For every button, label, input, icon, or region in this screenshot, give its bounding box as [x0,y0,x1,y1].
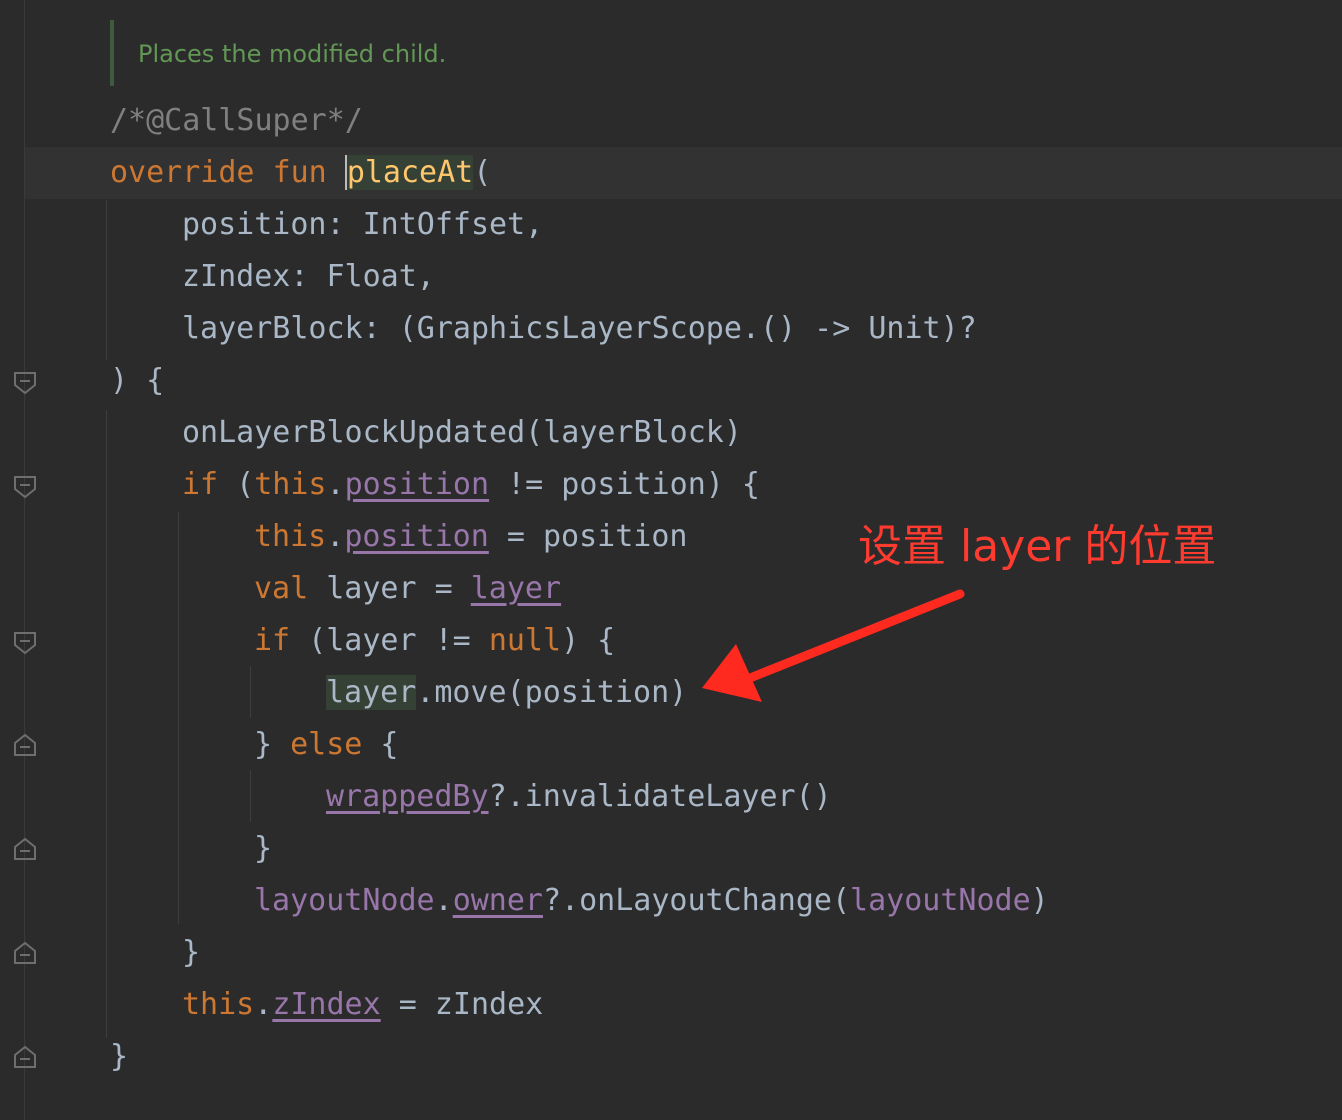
code-line-19: } [110,1039,129,1074]
indent-guide [250,666,251,718]
annotation-arrow-icon [702,589,965,702]
indent-guide [106,410,107,1038]
code-line-5: layerBlock: (GraphicsLayerScope.() -> Un… [182,311,977,346]
code-line-13: } else { [254,727,399,762]
code-line-8: if (this.position != position) { [182,467,760,502]
indent-guide [250,770,251,822]
code-line-10: val layer = layer [254,571,562,606]
doc-comment-bar [110,20,114,86]
code-line-15: } [254,831,273,866]
code-line-9: this.position = position [254,519,688,554]
indent-guide [106,200,107,360]
code-line-14: wrappedBy?.invalidateLayer() [326,779,832,814]
indent-guide [178,512,179,924]
code-line-4: zIndex: Float, [182,259,435,294]
code-line-11: if (layer != null) { [254,623,616,658]
code-line-18: this.zIndex = zIndex [182,987,544,1022]
code-line-1: /*@CallSuper*/ [110,103,363,138]
code-line-17: } [182,935,201,970]
code-line-16: layoutNode.owner?.onLayoutChange(layoutN… [254,883,1049,918]
code-line-7: onLayerBlockUpdated(layerBlock) [182,415,742,450]
function-name: placeAt [344,155,474,190]
doc-comment: Places the modified child. [138,40,447,68]
code-line-6: ) { [110,363,165,398]
code-line-3: position: IntOffset, [182,207,544,242]
code-line-12: layer.move(position) [326,675,688,710]
annotation-label: 设置 layer 的位置 [858,521,1217,572]
code-line-2: override fun placeAt( [110,155,492,190]
